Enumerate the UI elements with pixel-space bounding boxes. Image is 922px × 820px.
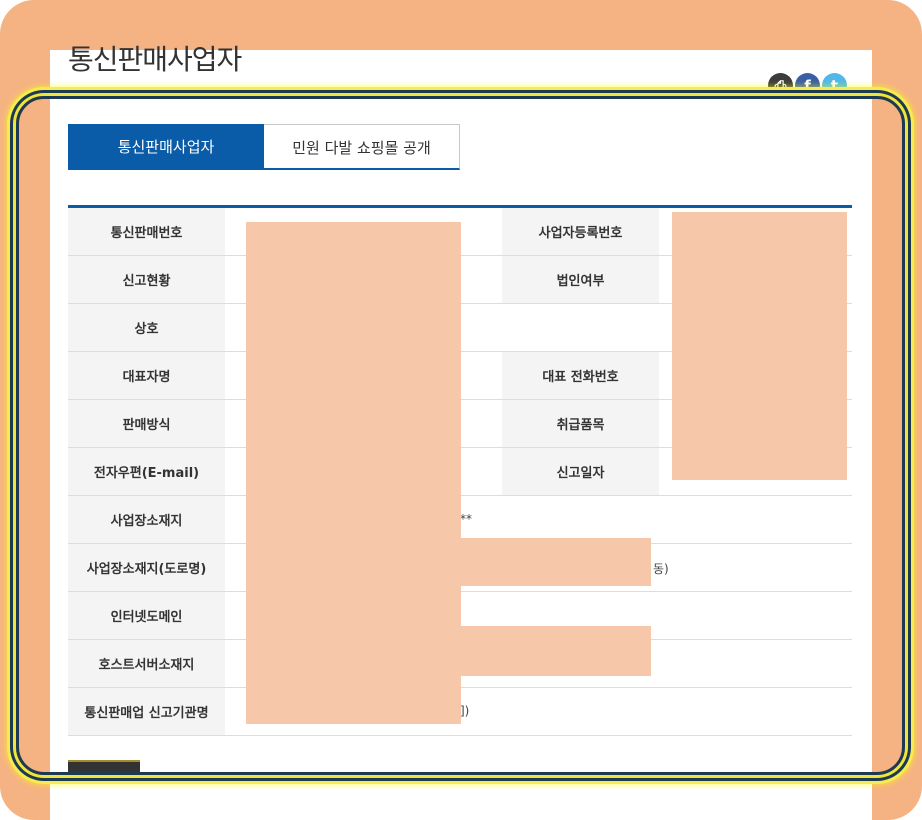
label-sales-method: 판매방식: [68, 399, 225, 448]
label-representative-phone: 대표 전화번호: [502, 351, 659, 400]
printer-icon[interactable]: ⎙: [768, 73, 793, 98]
redaction-block: [460, 538, 651, 586]
redaction-block: [246, 222, 461, 724]
reporting-agency-fragment: ]): [460, 704, 470, 718]
label-corporation-status: 법인여부: [502, 255, 659, 304]
label-reporting-agency: 통신판매업 신고기관명: [68, 687, 225, 736]
business-address-fragment: **: [460, 512, 472, 526]
tab-mail-order-business[interactable]: 통신판매사업자: [68, 124, 264, 170]
tab-complaint-shopping-malls[interactable]: 민원 다발 쇼핑몰 공개: [264, 124, 460, 170]
redaction-block: [460, 626, 651, 676]
label-business-address: 사업장소재지: [68, 495, 225, 544]
tab-bar: 통신판매사업자 민원 다발 쇼핑몰 공개: [68, 124, 460, 170]
label-business-road-address: 사업장소재지(도로명): [68, 543, 225, 592]
label-host-server-location: 호스트서버소재지: [68, 639, 225, 688]
page-title: 통신판매사업자: [68, 43, 242, 76]
label-company-name: 상호: [68, 303, 225, 352]
share-icons: ⎙ f t: [768, 73, 847, 98]
list-button[interactable]: [68, 760, 140, 774]
label-internet-domain: 인터넷도메인: [68, 591, 225, 640]
road-address-fragment: 동): [653, 562, 669, 576]
label-report-status: 신고현황: [68, 255, 225, 304]
twitter-icon[interactable]: t: [822, 73, 847, 98]
label-email: 전자우편(E-mail): [68, 447, 225, 496]
label-product-category: 취급품목: [502, 399, 659, 448]
facebook-icon[interactable]: f: [795, 73, 820, 98]
redaction-block: [672, 212, 847, 480]
label-mail-order-number: 통신판매번호: [68, 206, 225, 256]
label-representative-name: 대표자명: [68, 351, 225, 400]
label-business-registration-number: 사업자등록번호: [502, 206, 659, 256]
label-report-date: 신고일자: [502, 447, 659, 496]
